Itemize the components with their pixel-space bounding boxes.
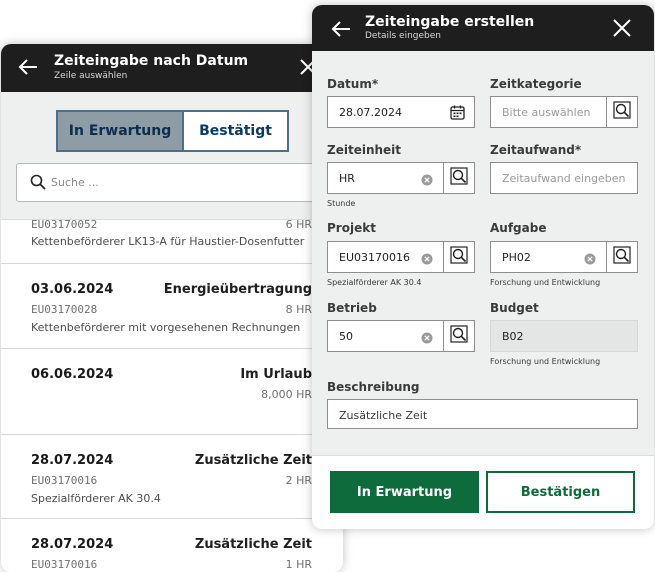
project-label: Projekt: [327, 221, 376, 235]
project-field[interactable]: EU03170016: [327, 241, 444, 273]
dialog-title: Zeiteingabe erstellen: [365, 14, 535, 30]
clear-icon[interactable]: [421, 250, 433, 269]
status-segmented-control: In Erwartung Bestätigt: [56, 110, 289, 152]
entry-hours: 6 HR: [285, 218, 312, 231]
project-hint: Spezialförderer AK 30.4: [327, 278, 422, 287]
project-lookup-button[interactable]: [443, 241, 475, 273]
entry-code: EU03170028: [31, 303, 98, 316]
search-input[interactable]: Suche ...: [16, 163, 343, 202]
description-label: Beschreibung: [327, 380, 420, 394]
tab-pending[interactable]: In Erwartung: [56, 110, 184, 152]
back-panel-title: Zeiteingabe nach Datum: [54, 53, 249, 69]
time-unit-value: HR: [339, 172, 355, 185]
entry-hours: 1 HR: [285, 558, 312, 571]
dialog-subtitle: Details eingeben: [365, 31, 442, 41]
time-category-placeholder: Bitte auswählen: [502, 106, 591, 119]
confirm-button[interactable]: Bestätigen: [486, 471, 635, 513]
entry-date: 06.06.2024: [31, 367, 114, 382]
entry-hours: 8 HR: [285, 303, 312, 316]
entry-code: EU03170016: [31, 558, 98, 571]
entry-code: EU03170016: [31, 474, 98, 487]
entry-date: 28.07.2024: [31, 537, 114, 552]
description-value: Zusätzliche Zeit: [339, 409, 428, 422]
close-icon[interactable]: [612, 18, 632, 42]
task-label: Aufgabe: [490, 221, 547, 235]
date-label: Datum*: [327, 77, 379, 91]
search-icon: [30, 174, 46, 194]
entry-hours: 2 HR: [285, 474, 312, 487]
entry-category: Zusätzliche Zeit: [194, 453, 312, 468]
list-item[interactable]: 03.06.2024 Energieübertragung EU03170028…: [1, 264, 343, 349]
time-unit-lookup-button[interactable]: [443, 162, 475, 194]
back-panel-subtitle: Zeile auswählen: [54, 71, 128, 81]
calendar-icon[interactable]: [450, 105, 465, 124]
lookup-icon: [613, 246, 631, 268]
list-item[interactable]: EU03170052 6 HR Kettenbeförderer LK13-A …: [1, 218, 343, 264]
time-category-lookup-button[interactable]: [606, 96, 638, 128]
budget-value: B02: [502, 330, 524, 343]
effort-label: Zeitaufwand*: [490, 143, 582, 157]
entry-category: Im Urlaub: [240, 367, 312, 382]
entry-description: Spezialförderer AK 30.4: [31, 492, 161, 505]
dialog-footer: In Erwartung Bestätigen: [312, 455, 654, 529]
clear-icon[interactable]: [421, 329, 433, 348]
budget-field: B02: [490, 320, 638, 352]
plant-field[interactable]: 50: [327, 320, 444, 352]
entry-category: Zusätzliche Zeit: [194, 537, 312, 552]
filter-area: In Erwartung Bestätigt Suche ...: [1, 92, 343, 220]
lookup-icon: [450, 246, 468, 268]
budget-hint: Forschung und Entwicklung: [490, 357, 601, 366]
task-value: PH02: [502, 251, 531, 264]
time-category-field[interactable]: Bitte auswählen: [490, 96, 607, 128]
task-field[interactable]: PH02: [490, 241, 607, 273]
project-value: EU03170016: [339, 251, 410, 264]
arrow-left-icon[interactable]: [17, 56, 39, 82]
search-placeholder: Suche ...: [51, 176, 99, 189]
task-lookup-button[interactable]: [606, 241, 638, 273]
effort-input[interactable]: Zeitaufwand eingeben: [490, 162, 638, 194]
time-entry-by-date-panel: Zeiteingabe nach Datum Zeile auswählen I…: [1, 44, 343, 572]
effort-placeholder: Zeitaufwand eingeben: [502, 172, 626, 185]
description-input[interactable]: Zusätzliche Zeit: [327, 399, 638, 429]
entry-date: 03.06.2024: [31, 282, 114, 297]
back-panel-header: Zeiteingabe nach Datum Zeile auswählen: [1, 44, 343, 92]
clear-icon[interactable]: [584, 250, 596, 269]
tab-confirmed[interactable]: Bestätigt: [184, 110, 289, 152]
plant-value: 50: [339, 330, 353, 343]
clear-icon[interactable]: [421, 171, 433, 190]
lookup-icon: [450, 325, 468, 347]
task-hint: Forschung und Entwicklung: [490, 278, 601, 287]
plant-label: Betrieb: [327, 301, 377, 315]
lookup-icon: [613, 101, 631, 123]
dialog-header: Zeiteingabe erstellen Details eingeben: [312, 5, 654, 51]
pending-button[interactable]: In Erwartung: [330, 471, 479, 513]
budget-label: Budget: [490, 301, 539, 315]
time-unit-label: Zeiteinheit: [327, 143, 402, 157]
time-category-label: Zeitkategorie: [490, 77, 582, 91]
entry-description: Kettenbeförderer LK13-A für Haustier-Dos…: [31, 235, 305, 248]
entry-list: EU03170052 6 HR Kettenbeförderer LK13-A …: [1, 218, 343, 572]
plant-lookup-button[interactable]: [443, 320, 475, 352]
entry-description: Kettenbeförderer mit vorgesehenen Rechnu…: [31, 321, 301, 334]
arrow-left-icon[interactable]: [330, 18, 352, 44]
entry-code: EU03170052: [31, 218, 98, 231]
time-unit-hint: Stunde: [327, 199, 356, 208]
entry-date: 28.07.2024: [31, 453, 114, 468]
list-item[interactable]: 06.06.2024 Im Urlaub 8,000 HR: [1, 349, 343, 435]
list-item[interactable]: 28.07.2024 Zusätzliche Zeit EU03170016 2…: [1, 435, 343, 519]
create-time-entry-dialog: Zeiteingabe erstellen Details eingeben D…: [312, 5, 654, 529]
date-field[interactable]: 28.07.2024: [327, 96, 475, 128]
entry-hours: 8,000 HR: [261, 388, 312, 401]
entry-category: Energieübertragung: [163, 282, 312, 297]
date-value: 28.07.2024: [339, 106, 402, 119]
time-unit-field[interactable]: HR: [327, 162, 444, 194]
list-item[interactable]: 28.07.2024 Zusätzliche Zeit EU03170016 1…: [1, 519, 343, 572]
lookup-icon: [450, 167, 468, 189]
